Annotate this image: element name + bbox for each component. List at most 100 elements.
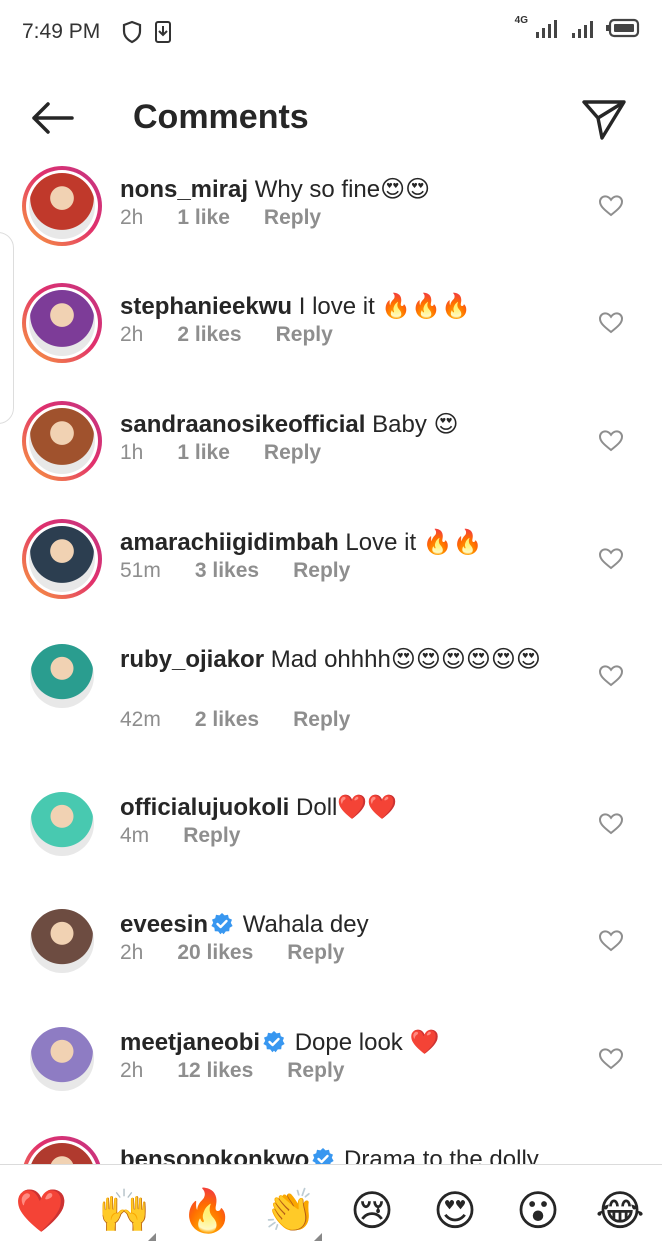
comment-body: Baby 😍 — [372, 411, 459, 438]
avatar-photo — [29, 1143, 95, 1164]
comment-item: officialujuokoli Doll❤️❤️ 4m Reply — [0, 784, 662, 901]
avatar-photo — [30, 909, 94, 973]
comment-item: nons_miraj Why so fine😍😍 2h 1 like Reply — [0, 166, 662, 283]
signal-icon — [536, 20, 557, 38]
verified-badge-icon — [312, 1148, 334, 1164]
avatar[interactable] — [22, 283, 102, 363]
comment-body: Dope look ❤️ — [294, 1029, 440, 1056]
quick-reactions-bar: ❤️ 🙌 🔥 👏 😢 😍 😮 😂 — [0, 1164, 662, 1249]
comment-username[interactable]: amarachiigidimbah — [120, 529, 339, 556]
comment-text: eveesin Wahala dey — [120, 909, 570, 941]
reaction-red-heart[interactable]: ❤️ — [15, 1185, 67, 1237]
reply-button[interactable]: Reply — [287, 941, 344, 965]
comment-body: Wahala dey — [242, 911, 369, 938]
comment-username[interactable]: bensonokonkwo — [120, 1146, 309, 1164]
avatar-photo — [29, 408, 95, 474]
reaction-crying-face[interactable]: 😢 — [346, 1185, 398, 1237]
reaction-open-mouth[interactable]: 😮 — [512, 1185, 564, 1237]
comment-username[interactable]: eveesin — [120, 911, 208, 938]
comment-text: nons_miraj Why so fine😍😍 — [120, 174, 570, 206]
avatar-photo — [29, 290, 95, 356]
download-icon — [155, 21, 171, 43]
comment-text: ruby_ojiakor Mad ohhhh😍😍😍😍😍😍 — [120, 644, 570, 676]
comment-meta: 51m 3 likes Reply — [120, 559, 384, 583]
comment-meta: 4m Reply — [120, 824, 274, 848]
comment-username[interactable]: ruby_ojiakor — [120, 646, 264, 673]
avatar-photo — [30, 792, 94, 856]
edge-panel-handle[interactable] — [0, 232, 14, 424]
comment-time: 51m — [120, 559, 161, 582]
like-heart-icon[interactable] — [598, 664, 624, 688]
header: Comments — [0, 66, 662, 166]
page-title: Comments — [133, 98, 309, 136]
avatar[interactable] — [22, 1019, 102, 1099]
back-button[interactable] — [26, 96, 78, 140]
like-heart-icon[interactable] — [598, 812, 624, 836]
reply-button[interactable]: Reply — [264, 206, 321, 230]
comment-item: meetjaneobi Dope look ❤️ 2h 12 likes Reply — [0, 1019, 662, 1136]
comment-likes[interactable]: 2 likes — [177, 323, 241, 347]
comment-likes[interactable]: 2 likes — [195, 708, 259, 732]
reaction-raising-hands[interactable]: 🙌 — [98, 1185, 150, 1237]
reply-button[interactable]: Reply — [287, 1059, 344, 1083]
reaction-tears-of-joy[interactable]: 😂 — [594, 1185, 646, 1237]
comment-likes[interactable]: 1 like — [177, 441, 230, 465]
comment-username[interactable]: nons_miraj — [120, 176, 248, 203]
back-arrow-icon — [32, 102, 74, 134]
reaction-fire[interactable]: 🔥 — [181, 1185, 233, 1237]
comment-body: Drama to the dolly — [344, 1146, 539, 1164]
comment-item: eveesin Wahala dey 2h 20 likes Reply — [0, 901, 662, 1019]
avatar[interactable] — [22, 166, 102, 246]
reaction-heart-eyes[interactable]: 😍 — [429, 1185, 481, 1237]
comment-username[interactable]: officialujuokoli — [120, 794, 289, 821]
verified-badge-icon — [263, 1031, 285, 1053]
comment-time: 2h — [120, 323, 144, 346]
avatar[interactable] — [22, 784, 102, 864]
more-reactions-indicator — [314, 1233, 322, 1241]
share-button[interactable] — [580, 96, 628, 142]
avatar[interactable] — [22, 901, 102, 981]
comments-list[interactable]: nons_miraj Why so fine😍😍 2h 1 like Reply ste… — [0, 166, 662, 1164]
shield-icon — [122, 20, 142, 44]
avatar[interactable] — [22, 519, 102, 599]
comment-username[interactable]: stephanieekwu — [120, 293, 292, 320]
reaction-clapping-hands[interactable]: 👏 — [264, 1185, 316, 1237]
reply-button[interactable]: Reply — [293, 559, 350, 583]
comment-likes[interactable]: 3 likes — [195, 559, 259, 583]
avatar[interactable] — [22, 636, 102, 716]
network-type: 4G — [514, 14, 528, 26]
comment-time: 2h — [120, 206, 144, 229]
comment-time: 42m — [120, 708, 161, 731]
comment-text: bensonokonkwo Drama to the dolly — [120, 1144, 570, 1164]
like-heart-icon[interactable] — [598, 311, 624, 335]
comment-likes[interactable]: 20 likes — [177, 941, 253, 965]
verified-badge-icon — [211, 913, 233, 935]
comment-body: Doll❤️❤️ — [296, 794, 398, 821]
reply-button[interactable]: Reply — [276, 323, 333, 347]
avatar-photo — [30, 644, 94, 708]
comment-likes[interactable]: 12 likes — [177, 1059, 253, 1083]
signal-icon-2 — [572, 21, 593, 38]
comment-meta: 2h 2 likes Reply — [120, 323, 367, 347]
like-heart-icon[interactable] — [598, 547, 624, 571]
comment-meta: 2h 1 like Reply — [120, 206, 355, 230]
direct-message-icon — [582, 100, 626, 140]
avatar[interactable] — [22, 1136, 102, 1164]
reply-button[interactable]: Reply — [264, 441, 321, 465]
comment-meta: 42m 2 likes Reply — [120, 708, 384, 732]
comment-item: bensonokonkwo Drama to the dolly — [0, 1136, 662, 1164]
comment-username[interactable]: sandraanosikeofficial — [120, 411, 365, 438]
like-heart-icon[interactable] — [598, 194, 624, 218]
avatar-photo — [30, 1027, 94, 1091]
like-heart-icon[interactable] — [598, 929, 624, 953]
comment-text: amarachiigidimbah Love it 🔥🔥 — [120, 527, 570, 559]
reply-button[interactable]: Reply — [183, 824, 240, 848]
comment-likes[interactable]: 1 like — [177, 206, 230, 230]
like-heart-icon[interactable] — [598, 429, 624, 453]
comment-item: stephanieekwu I love it 🔥🔥🔥 2h 2 likes Repl… — [0, 283, 662, 401]
like-heart-icon[interactable] — [598, 1047, 624, 1071]
avatar[interactable] — [22, 401, 102, 481]
comment-username[interactable]: meetjaneobi — [120, 1029, 260, 1056]
reply-button[interactable]: Reply — [293, 708, 350, 732]
comment-time: 2h — [120, 1059, 144, 1082]
